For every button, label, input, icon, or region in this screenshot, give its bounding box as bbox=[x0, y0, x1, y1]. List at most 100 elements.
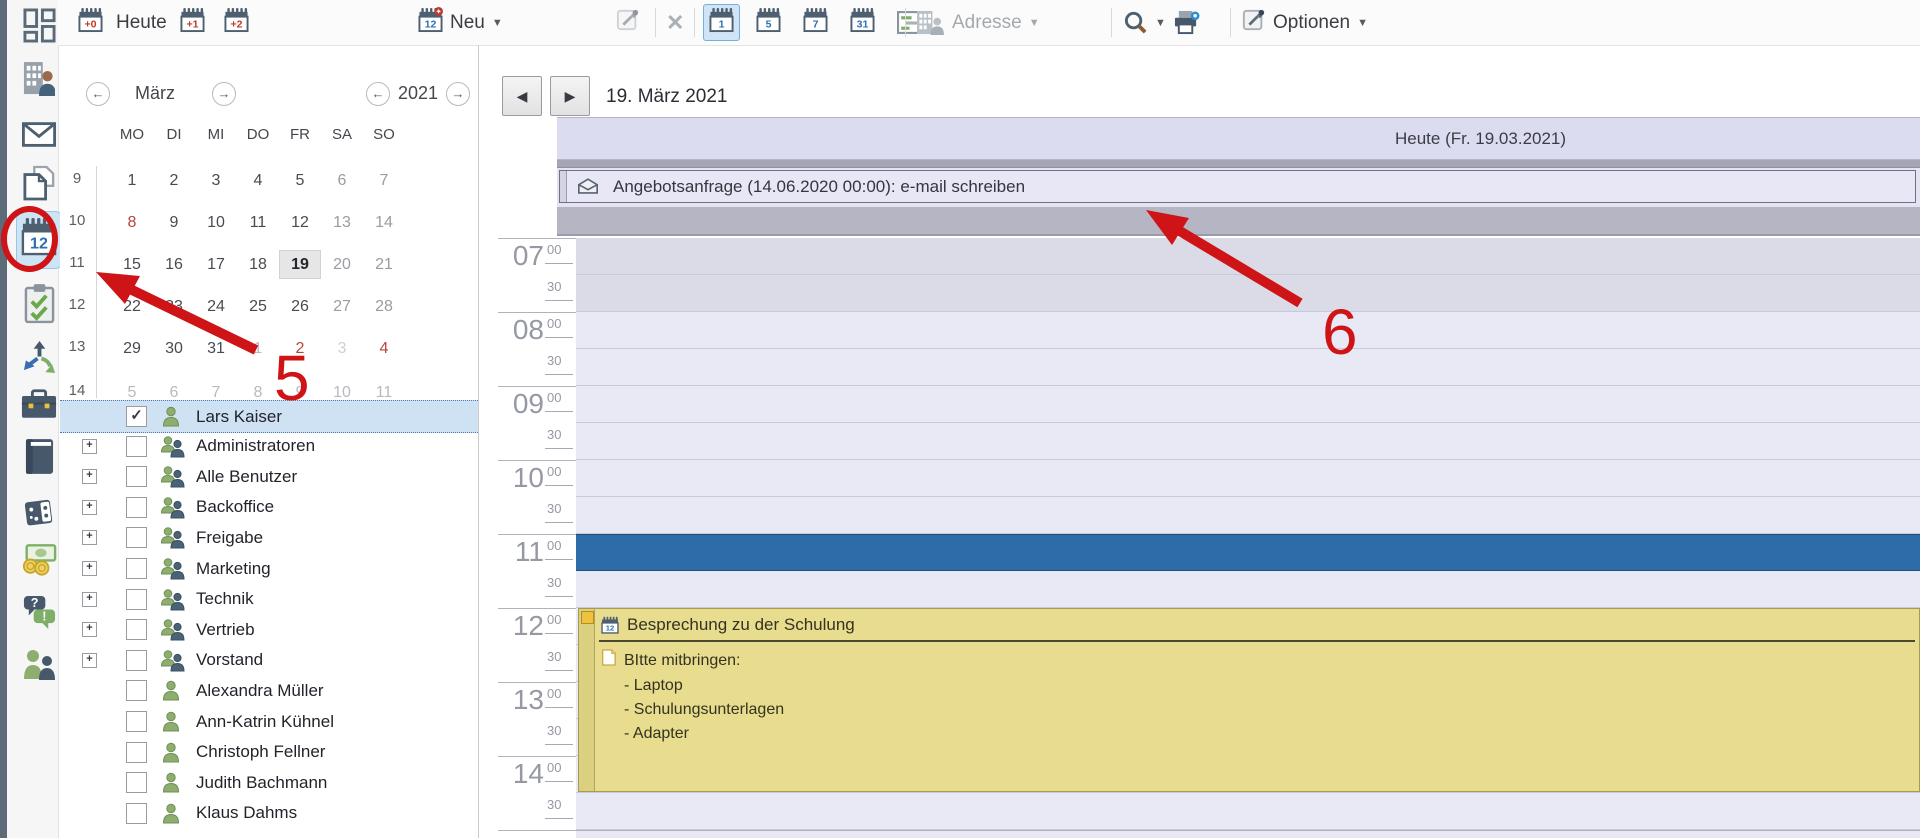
day-column-header[interactable]: Heute (Fr. 19.03.2021) bbox=[557, 117, 1920, 160]
list-item-group[interactable]: +Backoffice bbox=[60, 492, 478, 523]
checkbox[interactable] bbox=[126, 680, 147, 701]
checkbox[interactable]: ✓ bbox=[126, 406, 147, 427]
minical-day[interactable]: 2 bbox=[154, 167, 194, 194]
checkbox[interactable] bbox=[126, 497, 147, 518]
calendar-icon[interactable]: 12 bbox=[19, 217, 59, 257]
book-icon[interactable] bbox=[19, 438, 59, 475]
list-item-group[interactable]: +Alle Benutzer bbox=[60, 461, 478, 492]
minical-day[interactable]: 23 bbox=[154, 293, 194, 320]
list-item-user[interactable]: Ann-Katrin Kühnel bbox=[60, 706, 478, 737]
minical-day[interactable]: 5 bbox=[280, 167, 320, 194]
prev-year-button[interactable]: ← bbox=[366, 82, 390, 106]
expand-icon[interactable]: + bbox=[82, 622, 97, 637]
next-day-button[interactable]: ▶ bbox=[550, 76, 590, 116]
optionen-button-label[interactable]: Optionen bbox=[1273, 12, 1350, 34]
list-item-user[interactable]: Judith Bachmann bbox=[60, 767, 478, 798]
minical-day[interactable]: 30 bbox=[154, 335, 194, 362]
minical-day[interactable]: 3 bbox=[322, 335, 362, 362]
minical-day[interactable]: 9 bbox=[280, 379, 320, 398]
dashboard-icon[interactable] bbox=[19, 8, 59, 43]
minical-day[interactable]: 8 bbox=[238, 379, 278, 398]
allday-event[interactable]: Angebotsanfrage (14.06.2020 00:00): e-ma… bbox=[559, 170, 1916, 203]
minical-day[interactable]: 11 bbox=[238, 209, 278, 236]
minical-day[interactable]: 14 bbox=[364, 209, 404, 236]
prev-month-button[interactable]: ← bbox=[86, 82, 110, 106]
checkbox[interactable] bbox=[126, 742, 147, 763]
minical-day[interactable]: 10 bbox=[322, 379, 362, 398]
view-week-button[interactable]: 7 bbox=[797, 4, 834, 41]
minical-day[interactable]: 13 bbox=[322, 209, 362, 236]
campaigns-icon[interactable] bbox=[19, 340, 59, 375]
sales-money-icon[interactable] bbox=[19, 543, 59, 576]
mail-icon[interactable] bbox=[19, 122, 59, 147]
time-slot[interactable] bbox=[576, 275, 1920, 312]
list-item-user[interactable]: Christoph Fellner bbox=[60, 737, 478, 768]
selected-time-slot[interactable] bbox=[576, 534, 1920, 571]
minical-day[interactable]: 18 bbox=[238, 251, 278, 278]
expand-icon[interactable]: + bbox=[82, 530, 97, 545]
minical-day[interactable]: 28 bbox=[364, 293, 404, 320]
appointment-event[interactable]: 12 Besprechung zu der Schulung BItte mit… bbox=[578, 608, 1920, 792]
minical-day[interactable]: 11 bbox=[364, 379, 404, 398]
tasks-icon[interactable] bbox=[19, 283, 59, 324]
checkbox[interactable] bbox=[126, 527, 147, 548]
addresses-icon[interactable] bbox=[19, 60, 59, 98]
neu-dropdown-caret[interactable]: ▼ bbox=[492, 17, 503, 29]
allday-area[interactable]: Angebotsanfrage (14.06.2020 00:00): e-ma… bbox=[557, 168, 1920, 207]
minical-day[interactable]: 24 bbox=[196, 293, 236, 320]
minical-day[interactable]: 2 bbox=[280, 335, 320, 362]
time-slot[interactable] bbox=[576, 312, 1920, 349]
checkbox[interactable] bbox=[126, 772, 147, 793]
minical-day[interactable]: 27 bbox=[322, 293, 362, 320]
view-day-button[interactable]: 1 bbox=[703, 4, 740, 41]
list-item-group[interactable]: +Vorstand bbox=[60, 645, 478, 676]
list-item-group[interactable]: +Vertrieb bbox=[60, 614, 478, 645]
minical-day[interactable]: 21 bbox=[364, 251, 404, 278]
documents-icon[interactable] bbox=[19, 165, 59, 201]
minical-day[interactable]: 25 bbox=[238, 293, 278, 320]
minical-day[interactable]: 9 bbox=[154, 209, 194, 236]
minical-day[interactable]: 1 bbox=[112, 167, 152, 194]
minical-day[interactable]: 5 bbox=[112, 379, 152, 398]
list-item-group[interactable]: +Administratoren bbox=[60, 431, 478, 462]
prev-day-button[interactable]: ◀ bbox=[502, 76, 542, 116]
briefcase-icon[interactable] bbox=[19, 389, 59, 420]
search-icon[interactable] bbox=[1123, 10, 1148, 35]
time-slot[interactable] bbox=[576, 238, 1920, 275]
checkbox[interactable] bbox=[126, 466, 147, 487]
checkbox[interactable] bbox=[126, 436, 147, 457]
adresse-dropdown-caret[interactable]: ▼ bbox=[1029, 17, 1040, 29]
optionen-dropdown-caret[interactable]: ▼ bbox=[1357, 17, 1368, 29]
minical-day[interactable]: 6 bbox=[154, 379, 194, 398]
time-slot[interactable] bbox=[576, 793, 1920, 830]
minical-day[interactable]: 1 bbox=[238, 335, 278, 362]
view-workweek-button[interactable]: 5 bbox=[750, 4, 787, 41]
minical-day[interactable]: 6 bbox=[322, 167, 362, 194]
list-item-group[interactable]: +Marketing bbox=[60, 553, 478, 584]
time-slot[interactable] bbox=[576, 460, 1920, 497]
checkbox[interactable] bbox=[126, 650, 147, 671]
minical-day[interactable]: 16 bbox=[154, 251, 194, 278]
expand-icon[interactable]: + bbox=[82, 592, 97, 607]
minical-day[interactable]: 20 bbox=[322, 251, 362, 278]
expand-icon[interactable]: + bbox=[82, 469, 97, 484]
expand-icon[interactable]: + bbox=[82, 561, 97, 576]
checkbox[interactable] bbox=[126, 589, 147, 610]
time-slot[interactable] bbox=[576, 386, 1920, 423]
minical-day[interactable]: 4 bbox=[238, 167, 278, 194]
support-icon[interactable]: ?! bbox=[19, 594, 59, 629]
print-settings-icon[interactable] bbox=[1173, 10, 1200, 35]
checkbox[interactable] bbox=[126, 803, 147, 824]
minical-day[interactable]: 15 bbox=[112, 251, 152, 278]
search-dropdown-caret[interactable]: ▼ bbox=[1155, 17, 1166, 29]
next-year-button[interactable]: → bbox=[446, 82, 470, 106]
minical-day[interactable]: 4 bbox=[364, 335, 404, 362]
expand-icon[interactable]: + bbox=[82, 653, 97, 668]
minical-day[interactable]: 17 bbox=[196, 251, 236, 278]
minical-day[interactable]: 12 bbox=[280, 209, 320, 236]
expand-icon[interactable]: + bbox=[82, 500, 97, 515]
goto-plus1-button[interactable]: +1 bbox=[174, 4, 211, 41]
minical-day[interactable]: 31 bbox=[196, 335, 236, 362]
minical-day[interactable]: 3 bbox=[196, 167, 236, 194]
goto-today-button[interactable]: +0 bbox=[72, 4, 109, 41]
